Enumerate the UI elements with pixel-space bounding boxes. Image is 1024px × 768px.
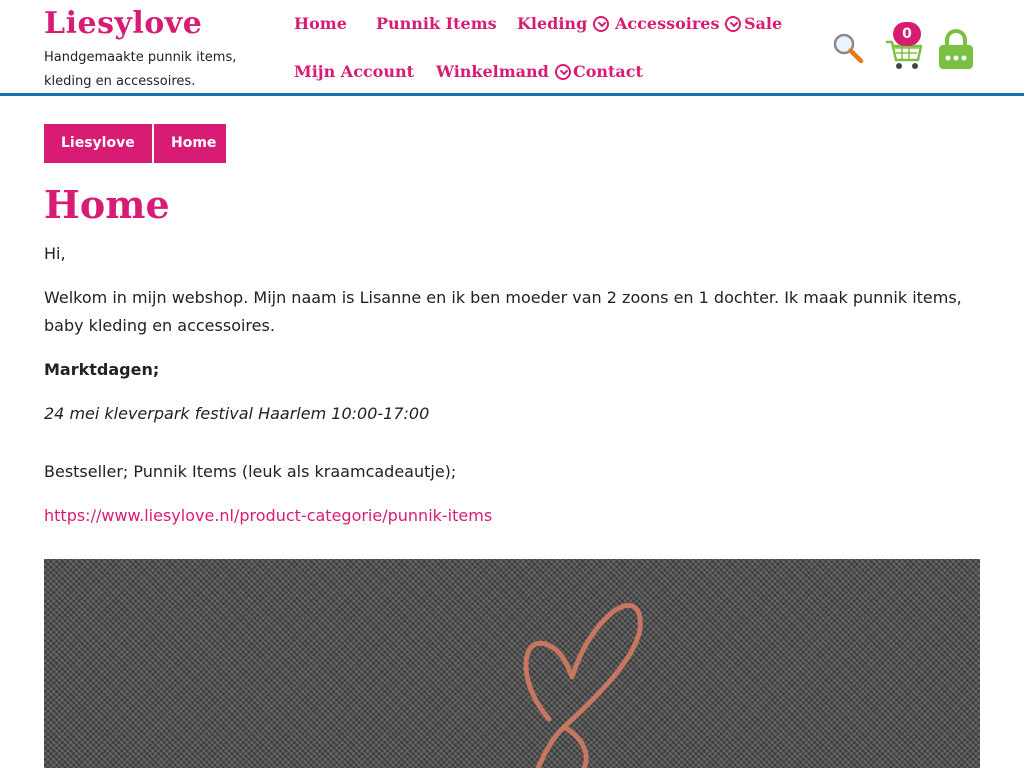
site-header: Liesylove Handgemaakte punnik items, kle… [0,0,1024,96]
bestseller-text: Bestseller; Punnik Items (leuk als kraam… [44,462,457,481]
nav-accessoires-label: Accessoires [615,14,720,33]
intro-text: Welkom in mijn webshop. Mijn naam is Lis… [44,288,962,335]
punnik-items-link[interactable]: https://www.liesylove.nl/product-categor… [44,506,492,525]
search-icon[interactable] [832,32,864,64]
greeting-text: Hi, [44,244,66,263]
page-title: Home [44,182,170,227]
nav-sale[interactable]: Sale [744,12,782,36]
site-tagline: Handgemaakte punnik items, kleding en ac… [44,50,237,89]
market-event: 24 mei kleverpark festival Haarlem 10:00… [44,404,430,423]
chevron-down-icon[interactable] [554,64,571,80]
nav-accessoires[interactable]: Accessoires [615,12,742,36]
nav-kleding-label: Kleding [517,14,588,33]
hero-image [44,559,980,768]
nav-mijn-account[interactable]: Mijn Account [294,60,414,84]
nav-contact[interactable]: Contact [573,60,643,84]
lock-icon[interactable] [938,28,974,70]
site-logo-title[interactable]: Liesylove [44,6,274,42]
cart-count-badge: 0 [893,22,921,46]
markets-heading: Marktdagen; [44,360,160,379]
yarn-heart-illustration [523,603,643,768]
nav-kleding[interactable]: Kleding [517,12,610,36]
brand: Liesylove Handgemaakte punnik items, kle… [44,6,274,94]
breadcrumb-liesylove[interactable]: Liesylove [44,124,152,163]
nav-home[interactable]: Home [294,12,347,36]
page-content: Hi, Welkom in mijn webshop. Mijn naam is… [44,240,980,546]
breadcrumb-home[interactable]: Home [154,124,226,163]
nav-winkelmand[interactable]: Winkelmand [436,60,571,84]
chevron-down-icon[interactable] [593,16,610,32]
nav-punnik-items[interactable]: Punnik Items [376,12,497,36]
nav-winkelmand-label: Winkelmand [436,62,549,81]
chevron-down-icon[interactable] [725,16,742,32]
